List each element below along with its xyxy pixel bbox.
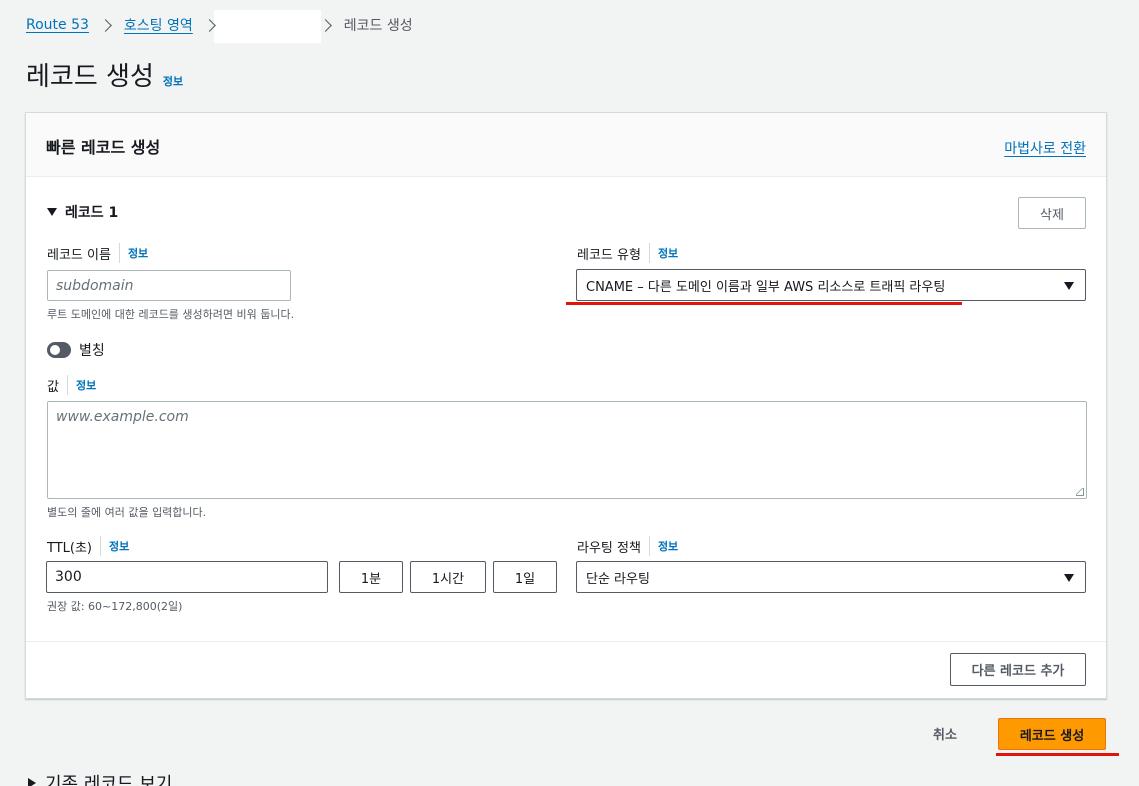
ttl-hint: 권장 값: 60~172,800(2일) [47,600,183,613]
caret-right-icon [28,778,36,786]
cancel-button[interactable]: 취소 [933,724,957,743]
create-record-button[interactable]: 레코드 생성 [998,718,1106,750]
label-divider [118,243,120,263]
alias-label: 별칭 [79,343,105,359]
alias-toggle[interactable] [47,342,71,358]
record-type-info-link[interactable]: 정보 [658,245,678,261]
value-hint: 별도의 줄에 여러 값을 입력합니다. [47,506,207,519]
caret-down-icon [1064,282,1074,290]
annotation-underline-record-type [566,302,962,305]
breadcrumb-redacted-zone [213,9,321,43]
record-type-label-row: 레코드 유형 정보 [577,243,678,263]
value-label-row: 값 정보 [47,375,96,395]
ttl-1-day-button[interactable]: 1일 [493,561,557,593]
resize-handle-icon[interactable] [1076,488,1084,496]
record-name-label: 레코드 이름 [47,247,111,263]
ttl-1-minute-button[interactable]: 1분 [339,561,403,593]
breadcrumb-current: 레코드 생성 [343,18,413,34]
chevron-right-icon [318,18,332,32]
view-existing-records-expander[interactable]: 기존 레코드 보기 [28,770,172,786]
record-name-hint: 루트 도메인에 대한 레코드를 생성하려면 비워 둡니다. [47,308,295,321]
record-type-select[interactable]: CNAME – 다른 도메인 이름과 일부 AWS 리소스로 트래픽 라우팅 [576,269,1086,301]
switch-to-wizard-link[interactable]: 마법사로 전환 [1004,138,1086,158]
ttl-label: TTL(초) [47,540,92,556]
routing-policy-value: 단순 라우팅 [586,571,650,587]
label-divider [648,243,650,263]
delete-record-button[interactable]: 삭제 [1018,197,1086,229]
value-label: 값 [47,379,59,395]
value-placeholder: www.example.com [56,409,189,425]
record-name-placeholder: subdomain [56,277,134,294]
record-name-info-link[interactable]: 정보 [128,245,148,261]
ttl-1-hour-button[interactable]: 1시간 [410,561,486,593]
caret-down-icon [1064,574,1074,582]
chevron-right-icon [99,18,112,32]
breadcrumb-hosted-zones-link[interactable]: 호스팅 영역 [124,15,193,35]
record-type-label: 레코드 유형 [577,247,641,263]
panel-header: 빠른 레코드 생성 마법사로 전환 [26,113,1106,177]
page-info-link[interactable]: 정보 [163,73,183,89]
record-1-expander[interactable]: 레코드 1 [47,202,118,222]
breadcrumb: Route 53 호스팅 영역 레코드 생성 [26,9,413,43]
routing-info-link[interactable]: 정보 [658,538,678,554]
routing-policy-select[interactable]: 단순 라우팅 [576,561,1086,593]
ttl-label-row: TTL(초) 정보 [47,536,129,556]
breadcrumb-route53-link[interactable]: Route 53 [26,17,89,33]
ttl-input[interactable]: 300 [46,561,328,593]
caret-down-icon [47,208,57,216]
value-info-link[interactable]: 정보 [76,377,96,393]
panel-title: 빠른 레코드 생성 [46,138,161,157]
label-divider [648,536,650,556]
annotation-underline-create [996,753,1119,756]
record-name-label-row: 레코드 이름 정보 [47,243,148,263]
label-divider [100,536,101,556]
routing-label: 라우팅 정책 [577,540,641,556]
record-name-input[interactable]: subdomain [47,270,291,301]
label-divider [66,375,68,395]
record-type-value: CNAME – 다른 도메인 이름과 일부 AWS 리소스로 트래픽 라우팅 [586,279,946,295]
quick-create-panel: 빠른 레코드 생성 마법사로 전환 레코드 1 삭제 레코드 이름 정보 sub… [25,112,1107,699]
toggle-knob [50,345,60,355]
ttl-info-link[interactable]: 정보 [109,538,129,554]
record-1-title: 레코드 1 [65,205,119,221]
ttl-value: 300 [55,569,82,585]
page-title: 레코드 생성 [26,62,154,92]
routing-label-row: 라우팅 정책 정보 [577,536,678,556]
panel-footer-divider [26,641,1106,642]
value-textarea[interactable]: www.example.com [47,401,1087,499]
view-existing-records-label: 기존 레코드 보기 [45,774,173,786]
alias-toggle-row: 별칭 [47,340,105,360]
page-header: 레코드 생성 정보 [26,56,183,93]
add-another-record-button[interactable]: 다른 레코드 추가 [950,653,1086,686]
